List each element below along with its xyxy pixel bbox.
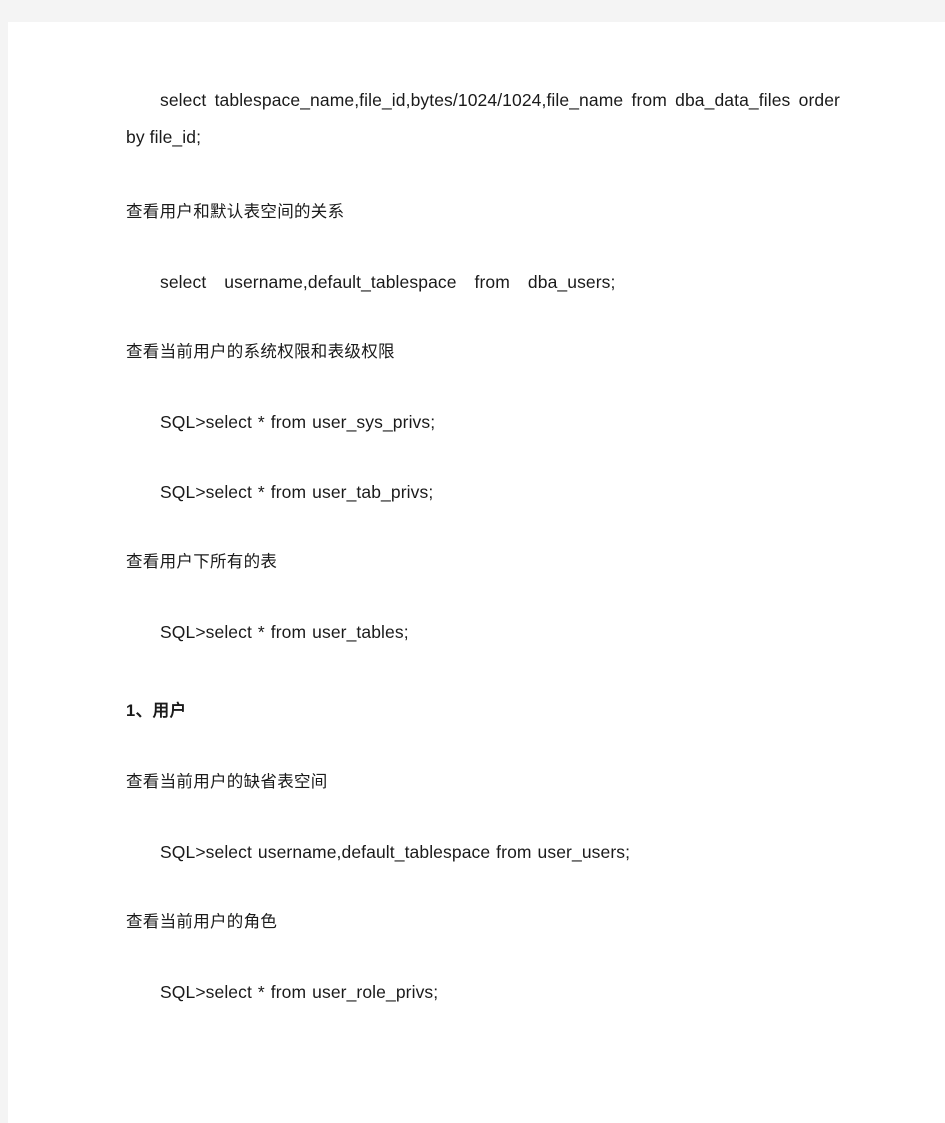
code-statement-dba-data-files: select tablespace_name,file_id,bytes/102… <box>126 90 840 147</box>
code-statement-user-tab-privs: SQL>select * from user_tab_privs; <box>160 482 434 502</box>
code-statement-user-tables: SQL>select * from user_tables; <box>160 622 409 642</box>
code-statement-user-sys-privs: SQL>select * from user_sys_privs; <box>160 412 436 432</box>
document-content: select tablespace_name,file_id,bytes/102… <box>126 82 840 1044</box>
label-all-tables-of-user: 查看用户下所有的表 <box>126 553 278 571</box>
code-statement-user-users: SQL>select username,default_tablespace f… <box>160 842 631 862</box>
section-heading-user: 1、用户 <box>126 702 187 720</box>
label-user-default-tablespace-relation: 查看用户和默认表空间的关系 <box>126 203 345 221</box>
label-current-user-roles: 查看当前用户的角色 <box>126 913 278 931</box>
code-statement-dba-users: select username,default_tablespace from … <box>160 272 616 292</box>
document-page: select tablespace_name,file_id,bytes/102… <box>8 22 945 1123</box>
label-current-user-system-and-table-privileges: 查看当前用户的系统权限和表级权限 <box>126 343 395 361</box>
label-current-user-default-tablespace: 查看当前用户的缺省表空间 <box>126 773 328 791</box>
code-statement-user-role-privs: SQL>select * from user_role_privs; <box>160 982 439 1002</box>
